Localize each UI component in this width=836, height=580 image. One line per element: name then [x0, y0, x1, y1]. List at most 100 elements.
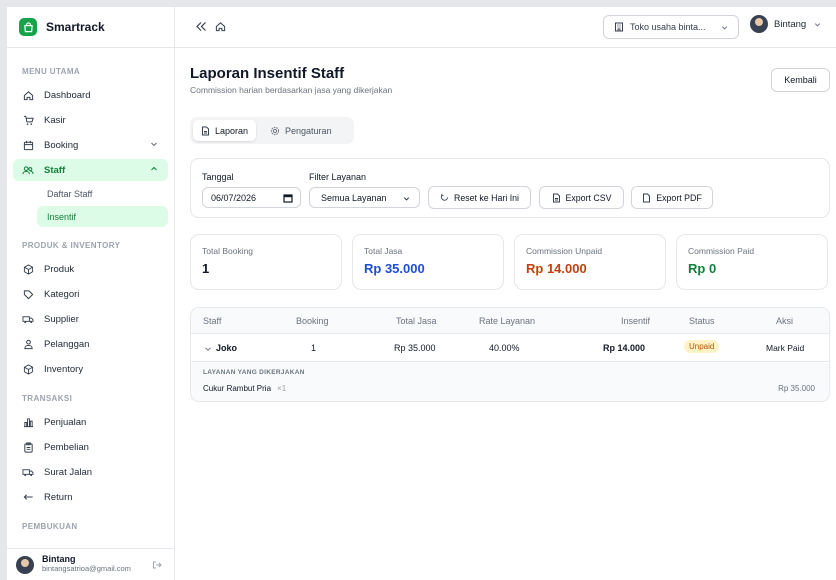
section-pembukuan: PEMBUKUAN: [22, 521, 78, 531]
section-transaksi: TRANSAKSI: [22, 393, 73, 403]
service-name: Cukur Rambut Pria: [203, 384, 272, 393]
user-menu[interactable]: Bintang: [750, 15, 822, 33]
button-label: Export PDF: [656, 192, 702, 203]
service-filter-label: Filter Layanan: [309, 172, 367, 182]
avatar: [750, 15, 768, 33]
column-header: Rate Layanan: [479, 316, 536, 326]
sidebar-subitem-daftar-staff[interactable]: Daftar Staff: [37, 183, 168, 204]
export-csv-button[interactable]: Export CSV: [539, 186, 624, 209]
sidebar-item-booking[interactable]: Booking: [13, 134, 168, 156]
sidebar-item-label: Produk: [44, 263, 75, 275]
incentive-table: Staff Booking Total Jasa Rate Layanan In…: [190, 307, 830, 402]
home-icon: [22, 89, 34, 101]
date-value: 06/07/2026: [211, 192, 257, 203]
sidebar-item-kasir[interactable]: Kasir: [13, 109, 168, 131]
sidebar-item-label: Booking: [44, 139, 79, 151]
column-header: Status: [689, 316, 715, 326]
sidebar-item-kategori[interactable]: Kategori: [13, 283, 168, 305]
service-filter-value: Semua Layanan: [321, 192, 387, 203]
chevron-down-icon[interactable]: [204, 345, 212, 353]
back-button[interactable]: Kembali: [771, 68, 830, 92]
services-detail-title: LAYANAN YANG DIKERJAKAN: [203, 369, 305, 376]
page-title: Laporan Insentif Staff: [190, 65, 345, 82]
calendar-icon: [22, 139, 34, 151]
total-jasa: Rp 35.000: [394, 343, 436, 353]
sidebar-item-dashboard[interactable]: Dashboard: [13, 84, 168, 106]
insentif-value: Rp 14.000: [603, 343, 646, 353]
home-icon[interactable]: [215, 21, 226, 32]
rate-layanan: 40.00%: [489, 343, 520, 353]
sidebar-item-produk[interactable]: Produk: [13, 258, 168, 280]
tag-icon: [22, 288, 34, 300]
mark-paid-button[interactable]: Mark Paid: [766, 343, 804, 353]
table-row[interactable]: Joko 1 Rp 35.000 40.00% Rp 14.000 Unpaid…: [191, 334, 829, 362]
sidebar-item-label: Surat Jalan: [44, 466, 93, 478]
tab-laporan[interactable]: Laporan: [193, 120, 257, 141]
file-icon: [643, 193, 651, 202]
sidebar-nav: MENU UTAMA Dashboard Kasir Booking Staff…: [7, 48, 174, 533]
export-pdf-button[interactable]: Export PDF: [631, 186, 713, 209]
service-filter-select[interactable]: Semua Layanan: [309, 187, 420, 208]
status-label: Unpaid: [684, 340, 720, 353]
page-header: Laporan Insentif Staff Commission harian…: [190, 65, 392, 95]
stat-label: Commission Paid: [688, 246, 755, 256]
app-frame: Smartrack MENU UTAMA Dashboard Kasir Boo…: [7, 7, 836, 580]
box-icon: [22, 263, 34, 275]
topbar: Toko usaha binta... Bintang: [175, 7, 836, 48]
sidebar-item-penjualan[interactable]: Penjualan: [13, 411, 168, 433]
sidebar-item-label: Dashboard: [44, 89, 91, 101]
sidebar-item-surat-jalan[interactable]: Surat Jalan: [13, 461, 168, 483]
sidebar-item-label: Pelanggan: [44, 338, 90, 350]
main-content: Toko usaha binta... Bintang Laporan Inse…: [175, 7, 836, 580]
reset-today-button[interactable]: Reset ke Hari Ini: [428, 186, 531, 209]
document-icon: [202, 126, 209, 135]
sidebar-item-label: Inventory: [44, 363, 84, 375]
user-email: bintangsatrioa@gmail.com: [42, 564, 131, 574]
sidebar-item-pembelian[interactable]: Pembelian: [13, 436, 168, 458]
chevron-down-icon: [151, 142, 157, 147]
brand[interactable]: Smartrack: [7, 7, 174, 48]
sidebar-user[interactable]: Bintang bintangsatrioa@gmail.com: [7, 548, 174, 580]
stat-card-commission-paid: Commission Paid Rp 0: [676, 234, 828, 290]
store-selector[interactable]: Toko usaha binta...: [603, 15, 739, 39]
sidebar-item-label: Penjualan: [44, 416, 87, 428]
staff-name: Joko: [216, 343, 238, 353]
sidebar-item-label: Supplier: [44, 313, 79, 325]
sidebar-subitem-insentif[interactable]: Insentif: [37, 206, 168, 227]
column-header: Staff: [203, 316, 222, 326]
brand-name: Smartrack: [46, 20, 105, 34]
column-header: Aksi: [776, 316, 794, 326]
date-input[interactable]: 06/07/2026: [202, 187, 301, 208]
logout-icon[interactable]: [152, 560, 162, 570]
store-name: Toko usaha binta...: [630, 22, 706, 32]
chevron-down-icon: [721, 26, 728, 30]
sidebar-item-label: Kategori: [44, 288, 80, 300]
button-label: Reset ke Hari Ini: [453, 192, 520, 203]
store-icon: [615, 22, 623, 32]
sidebar-item-label: Pembelian: [44, 441, 89, 453]
sidebar-item-staff[interactable]: Staff: [13, 159, 168, 181]
page-subtitle: Commission harian berdasarkan jasa yang …: [190, 85, 393, 95]
file-icon: [552, 193, 560, 202]
sidebar-item-label: Return: [44, 491, 73, 503]
sidebar-item-return[interactable]: Return: [13, 486, 168, 508]
stat-value: Rp 14.000: [526, 261, 587, 276]
table-header: Staff Booking Total Jasa Rate Layanan In…: [191, 308, 829, 334]
collapse-sidebar-icon[interactable]: [195, 21, 207, 32]
column-header: Insentif: [621, 316, 651, 326]
status-badge: Unpaid: [684, 340, 720, 353]
tab-label: Pengaturan: [285, 125, 332, 136]
sidebar-item-inventory[interactable]: Inventory: [13, 358, 168, 380]
sidebar: Smartrack MENU UTAMA Dashboard Kasir Boo…: [7, 7, 175, 580]
clipboard-icon: [22, 441, 34, 453]
chevron-down-icon: [403, 197, 410, 201]
service-qty: ×1: [277, 384, 287, 393]
shopping-bag-icon: [19, 18, 37, 36]
stat-value: Rp 0: [688, 261, 717, 276]
date-label: Tanggal: [202, 172, 234, 182]
sidebar-item-pelanggan[interactable]: Pelanggan: [13, 333, 168, 355]
sidebar-item-supplier[interactable]: Supplier: [13, 308, 168, 330]
calendar-icon[interactable]: [283, 193, 293, 203]
users-icon: [22, 164, 34, 176]
tab-pengaturan[interactable]: Pengaturan: [262, 120, 340, 141]
